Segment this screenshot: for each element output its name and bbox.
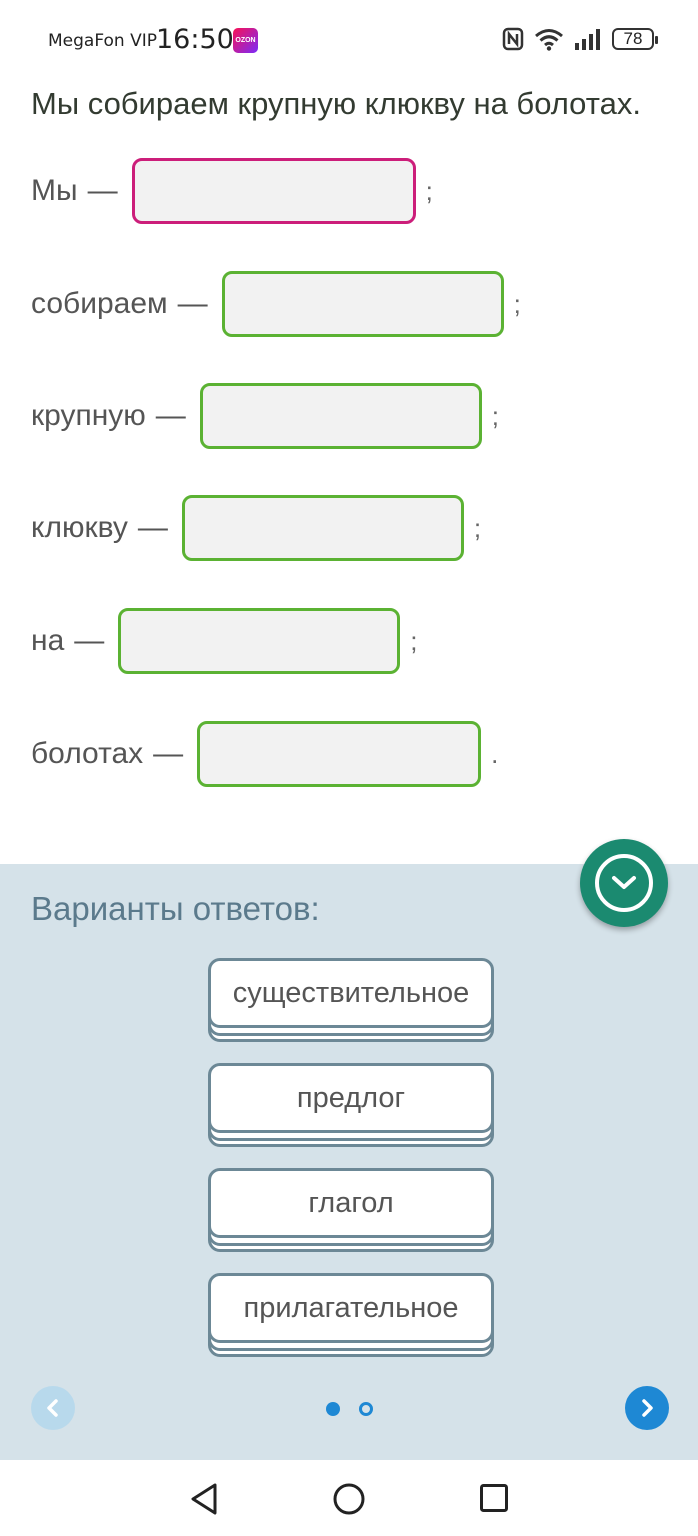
chevron-left-icon [47, 1399, 58, 1417]
row-dash: — [137, 511, 168, 544]
answer-row: на — ; [31, 606, 418, 676]
row-punct: . [491, 738, 499, 769]
answers-panel [0, 864, 698, 1460]
battery-icon: 78 [612, 28, 658, 50]
answer-row: клюкву — ; [31, 493, 481, 563]
wifi-icon [535, 29, 563, 51]
chevron-down-icon [595, 854, 653, 912]
carrier-name: MegaFon VIP [48, 31, 157, 51]
answer-chip-noun[interactable]: существительное [208, 958, 494, 1042]
answer-row: собираем — ; [31, 269, 521, 339]
answer-chip-verb[interactable]: глагол [208, 1168, 494, 1252]
row-dash: — [87, 174, 118, 207]
answer-row: болотах — . [31, 719, 498, 789]
row-punct: ; [513, 288, 521, 319]
status-icons: 78 [502, 27, 658, 51]
ozon-app-icon: OZON [233, 28, 258, 53]
row-punct: ; [410, 625, 418, 656]
drop-slot-bolotakh[interactable] [197, 721, 482, 787]
previous-page-button[interactable] [31, 1386, 75, 1430]
next-page-button[interactable] [625, 1386, 669, 1430]
answer-chip-label: прилагательное [208, 1273, 494, 1343]
answer-chip-label: глагол [208, 1168, 494, 1238]
answer-chip-adjective[interactable]: прилагательное [208, 1273, 494, 1357]
row-dash: — [177, 287, 208, 320]
signal-icon [575, 29, 600, 50]
recent-apps-icon[interactable] [479, 1483, 509, 1513]
row-word: клюкву [31, 511, 128, 544]
row-word: крупную [31, 399, 146, 432]
answer-chip-label: существительное [208, 958, 494, 1028]
row-punct: ; [425, 175, 433, 206]
answer-chip-preposition[interactable]: предлог [208, 1063, 494, 1147]
drop-slot-na[interactable] [118, 608, 401, 674]
row-dash: — [74, 624, 105, 657]
drop-slot-klyukvu[interactable] [181, 495, 464, 561]
battery-level: 78 [623, 29, 643, 48]
row-dash: — [155, 399, 186, 432]
row-word: на [31, 624, 65, 657]
row-word: Мы [31, 174, 78, 207]
row-word: болотах [31, 737, 144, 770]
answer-row: крупную — ; [31, 381, 499, 451]
answer-chip-label: предлог [208, 1063, 494, 1133]
answer-row: Мы — ; [31, 156, 433, 226]
row-punct: ; [473, 512, 482, 543]
back-icon[interactable] [188, 1482, 220, 1516]
home-icon[interactable] [332, 1482, 366, 1516]
chevron-right-icon [642, 1399, 653, 1417]
drop-slot-krupnuyu[interactable] [199, 383, 482, 449]
row-punct: ; [491, 400, 500, 431]
row-dash: — [153, 737, 184, 770]
nfc-icon [502, 27, 524, 51]
page-indicator[interactable] [359, 1402, 373, 1416]
collapse-panel-button[interactable] [580, 839, 668, 927]
status-bar: MegaFon VIP 16:50 OZON 78 [0, 0, 698, 80]
status-time: 16:50 [156, 24, 234, 55]
page-indicator-current[interactable] [326, 1402, 340, 1416]
answers-title: Варианты ответов: [31, 890, 320, 927]
question-sentence: Мы собираем крупную клюкву на болотах. [31, 86, 641, 121]
drop-slot-sobiraem[interactable] [221, 271, 504, 337]
drop-slot-my[interactable] [131, 158, 416, 224]
system-navigation-bar [0, 1460, 698, 1536]
row-word: собираем [31, 287, 168, 320]
